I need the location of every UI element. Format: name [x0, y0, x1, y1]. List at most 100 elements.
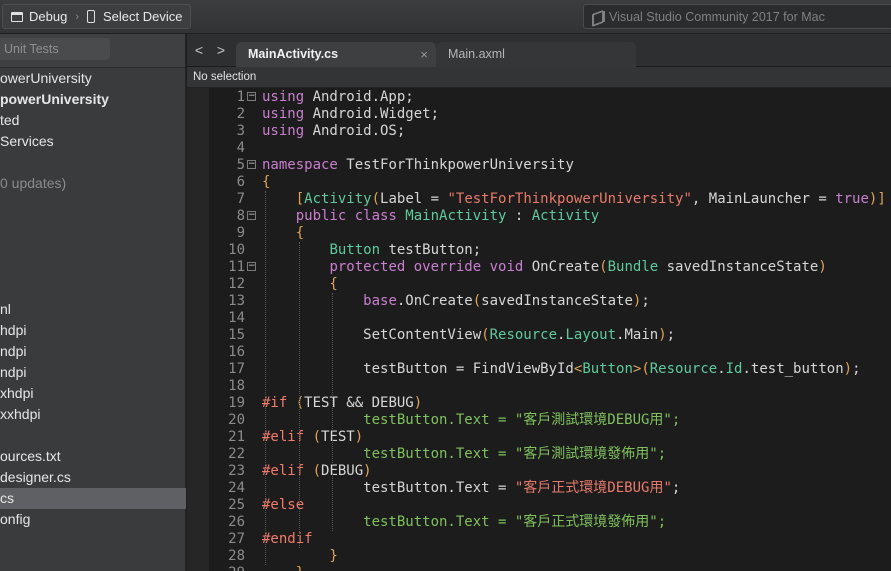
tree-item[interactable]: Services: [0, 131, 186, 152]
fold-toggle-icon[interactable]: −: [247, 160, 256, 169]
status-text: Visual Studio Community 2017 for Mac: [609, 9, 825, 24]
chevron-right-icon: ›: [75, 10, 79, 23]
navigate-back-button[interactable]: <: [192, 42, 206, 58]
close-tab-button[interactable]: ×: [420, 42, 428, 67]
code-text: #if (TEST && DEBUG): [262, 395, 423, 411]
code-line[interactable]: 26 testButton.Text = "客戶正式環境發佈用";: [187, 514, 891, 531]
tree-item[interactable]: ndpi: [0, 362, 186, 383]
tree-item[interactable]: xhdpi: [0, 383, 186, 404]
code-line[interactable]: 18: [187, 378, 891, 395]
code-line[interactable]: 14: [187, 310, 891, 327]
line-number: 16: [228, 344, 245, 360]
code-line[interactable]: 24 testButton.Text = "客戶正式環境DEBUG用";: [187, 480, 891, 497]
tree-item[interactable]: nl: [0, 299, 186, 320]
code-line[interactable]: 21 #elif (TEST): [187, 429, 891, 446]
code-editor[interactable]: 1− using Android.App; 2 using Android.Widge…: [187, 88, 891, 571]
fold-toggle-icon[interactable]: −: [247, 262, 256, 271]
line-number: 3: [236, 123, 245, 139]
line-number: 13: [228, 293, 245, 309]
code-line[interactable]: 5− namespace TestForThinkpowerUniversity: [187, 157, 891, 174]
tree-item[interactable]: hdpi: [0, 320, 186, 341]
code-line[interactable]: 7 [Activity(Label = "TestForThinkpowerUn…: [187, 191, 891, 208]
fold-toggle-icon[interactable]: −: [247, 92, 256, 101]
code-line[interactable]: 28 }: [187, 548, 891, 565]
line-number: 20: [228, 412, 245, 428]
code-line[interactable]: 27 #endif: [187, 531, 891, 548]
tree-item[interactable]: 0 updates): [0, 173, 186, 194]
indent-guide: [298, 242, 300, 548]
path-bar[interactable]: No selection: [187, 67, 891, 88]
code-line[interactable]: 13 base.OnCreate(savedInstanceState);: [187, 293, 891, 310]
main-toolbar: Debug › Select Device Visual Studio Comm…: [0, 0, 891, 34]
fold-toggle-icon[interactable]: −: [247, 211, 256, 220]
code-line[interactable]: 9 {: [187, 225, 891, 242]
code-line[interactable]: 22 testButton.Text = "客戶測試環境發佈用";: [187, 446, 891, 463]
code-text: namespace TestForThinkpowerUniversity: [262, 157, 574, 173]
code-line[interactable]: 16: [187, 344, 891, 361]
line-number: 23: [228, 463, 245, 479]
code-text: testButton.Text = "客戶測試環境發佈用";: [262, 446, 667, 462]
line-number: 7: [236, 191, 245, 207]
code-line[interactable]: 15 SetContentView(Resource.Layout.Main);: [187, 327, 891, 344]
code-line[interactable]: 23 #elif (DEBUG): [187, 463, 891, 480]
code-text: base.OnCreate(savedInstanceState);: [363, 293, 650, 309]
code-line[interactable]: 8− public class MainActivity : Activity: [187, 208, 891, 225]
tree-item[interactable]: onfig: [0, 509, 186, 530]
code-line[interactable]: 3 using Android.OS;: [187, 123, 891, 140]
tree-item[interactable]: ources.txt: [0, 446, 186, 467]
code-line[interactable]: 4: [187, 140, 891, 157]
line-number: 21: [228, 429, 245, 445]
code-text: testButton = FindViewById<Button>(Resour…: [262, 361, 861, 377]
code-line[interactable]: 11− protected override void OnCreate(Bun…: [187, 259, 891, 276]
tab-main-axml[interactable]: Main.axml: [436, 42, 636, 67]
code-line[interactable]: 2 using Android.Widget;: [187, 106, 891, 123]
tree-item[interactable]: owerUniversity: [0, 68, 186, 89]
code-text: Button testButton;: [329, 242, 482, 258]
tree-item[interactable]: powerUniversity: [0, 89, 186, 110]
tree-item[interactable]: designer.cs: [0, 467, 186, 488]
run-configuration-selector[interactable]: Debug › Select Device: [2, 4, 191, 29]
tab-label: MainActivity.cs: [248, 47, 339, 61]
device-label[interactable]: Select Device: [103, 9, 182, 24]
line-number: 14: [228, 310, 245, 326]
document-tab-bar: < > MainActivity.cs × Main.axml: [187, 34, 891, 67]
code-line[interactable]: 10 Button testButton;: [187, 242, 891, 259]
config-label[interactable]: Debug: [29, 9, 67, 24]
code-line[interactable]: 6{: [187, 174, 891, 191]
line-number: 15: [228, 327, 245, 343]
indent-guide: [332, 293, 334, 531]
tree-item[interactable]: cs: [0, 488, 186, 509]
navigate-forward-button[interactable]: >: [214, 42, 228, 58]
code-line[interactable]: 17 testButton = FindViewById<Button>(Res…: [187, 361, 891, 378]
code-line[interactable]: 25 #else: [187, 497, 891, 514]
code-text: public class MainActivity : Activity: [295, 208, 600, 224]
status-bar: Visual Studio Community 2017 for Mac: [583, 4, 891, 29]
code-text: #elif (DEBUG): [262, 463, 372, 479]
tab-mainactivity-cs[interactable]: MainActivity.cs ×: [236, 42, 436, 67]
tree-item[interactable]: ndpi: [0, 341, 186, 362]
tree-item[interactable]: xxhdpi: [0, 404, 186, 425]
solution-pad: Unit Tests owerUniversity powerUniversity…: [0, 34, 186, 571]
tree-item[interactable]: ted: [0, 110, 186, 131]
tab-unit-tests[interactable]: Unit Tests: [0, 38, 110, 60]
code-line[interactable]: 1− using Android.App;: [187, 89, 891, 106]
code-text: testButton.Text = "客戶測試環境DEBUG用";: [262, 412, 681, 428]
line-number: 28: [228, 548, 245, 564]
line-number: 19: [228, 395, 245, 411]
code-text: SetContentView(Resource.Layout.Main);: [262, 327, 676, 343]
code-text: using Android.OS;: [262, 123, 406, 139]
code-line[interactable]: 12 {: [187, 276, 891, 293]
tab-label: Main.axml: [448, 47, 505, 61]
line-number: 9: [236, 225, 245, 241]
code-text: testButton.Text = "客戶正式環境發佈用";: [262, 514, 667, 530]
code-line[interactable]: 20 testButton.Text = "客戶測試環境DEBUG用";: [187, 412, 891, 429]
window-icon: [11, 11, 23, 22]
code-text: {: [262, 225, 305, 241]
line-number: 24: [228, 480, 245, 496]
line-number: 26: [228, 514, 245, 530]
code-line[interactable]: 29 }: [187, 565, 891, 571]
visual-studio-icon: [592, 11, 605, 22]
indent-guide: [265, 191, 266, 565]
code-line[interactable]: 19 #if (TEST && DEBUG): [187, 395, 891, 412]
pad-tab-strip: Unit Tests: [0, 34, 185, 68]
